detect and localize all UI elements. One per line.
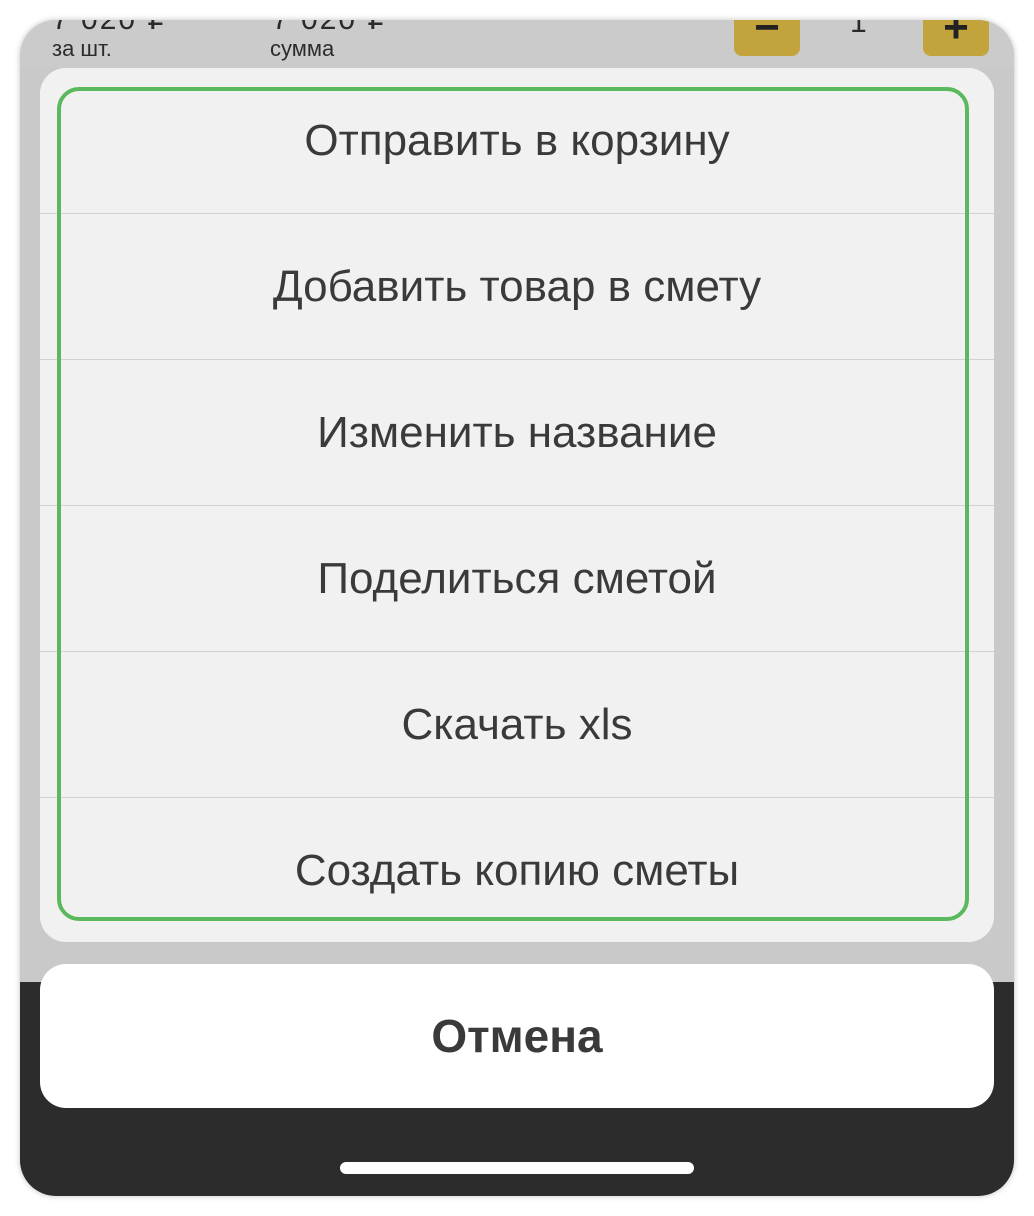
product-summary-strip: 7 020 ₽ 7 020 ₽ за шт. сумма − 1 + <box>20 20 1014 68</box>
action-label: Отправить в корзину <box>304 115 730 165</box>
action-label: Добавить товар в смету <box>272 261 762 311</box>
cancel-button[interactable]: Отмена <box>40 964 994 1108</box>
action-add-product-to-estimate[interactable]: Добавить товар в смету <box>40 214 994 360</box>
action-copy-estimate[interactable]: Создать копию сметы <box>40 798 994 942</box>
quantity-increase-button[interactable]: + <box>923 20 989 56</box>
sum-label: сумма <box>270 36 335 61</box>
action-label: Создать копию сметы <box>294 846 740 895</box>
unit-price-value: 7 020 ₽ <box>52 20 169 37</box>
action-label: Поделиться сметой <box>317 553 717 603</box>
home-indicator[interactable] <box>340 1162 694 1174</box>
action-send-to-cart[interactable]: Отправить в корзину <box>40 68 994 214</box>
quantity-decrease-button[interactable]: − <box>734 20 800 56</box>
action-share-estimate[interactable]: Поделиться сметой <box>40 506 994 652</box>
action-download-xls[interactable]: Скачать xls <box>40 652 994 798</box>
action-label: Скачать xls <box>401 699 633 749</box>
screen-frame: 7 020 ₽ 7 020 ₽ за шт. сумма − 1 + Отпра… <box>20 20 1014 1196</box>
action-sheet-group: Отправить в корзину Добавить товар в сме… <box>40 68 994 942</box>
action-label: Изменить название <box>317 407 717 457</box>
unit-price-label: за шт. <box>52 36 112 61</box>
quantity-value: 1 <box>850 20 867 39</box>
sum-value: 7 020 ₽ <box>272 20 389 37</box>
action-rename[interactable]: Изменить название <box>40 360 994 506</box>
